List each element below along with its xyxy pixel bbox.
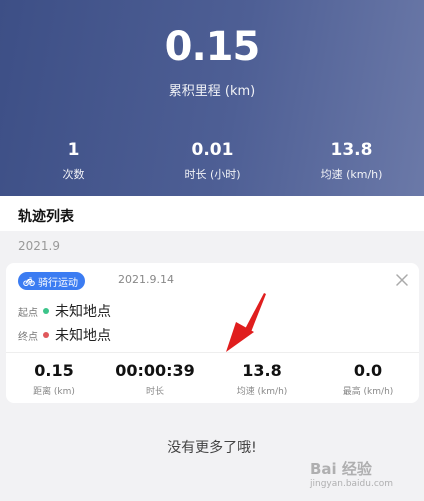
start-point-place: 未知地点 [55, 304, 111, 320]
watermark-url: jingyan.baidu.com [310, 479, 394, 489]
track-list-title: 轨迹列表 [18, 209, 74, 225]
record-stat-duration: 00:00:39 时长 [105, 361, 205, 397]
duration-value: 0.01 [191, 140, 234, 160]
close-icon [396, 274, 408, 286]
count-label: 次数 [62, 168, 85, 181]
end-point-row: 终点 未知地点 [18, 325, 111, 345]
start-point-row: 起点 未知地点 [18, 301, 111, 321]
record-date: 2021.9.14 [118, 273, 174, 286]
delete-record-button[interactable] [393, 271, 411, 289]
record-max-speed-value: 0.0 [353, 361, 383, 380]
activity-type-label: 骑行运动 [38, 277, 78, 289]
hero-stat-count: 1 次数 [3, 140, 144, 182]
track-list-header: 轨迹列表 [0, 196, 424, 231]
record-distance-label: 距离 (km) [33, 387, 75, 397]
month-group-label: 2021.9 [18, 239, 60, 253]
avg-speed-value: 13.8 [330, 140, 373, 160]
track-record-card[interactable]: 骑行运动 2021.9.14 起点 未知地点 终点 未知地点 0.15 距离 (… [6, 263, 419, 403]
bicycle-icon [23, 277, 35, 287]
count-value: 1 [67, 140, 80, 160]
summary-header: 0.15 累积里程 (km) 1 次数 0.01 时长 (小时) 13.8 均速… [0, 0, 424, 196]
record-duration-label: 时长 [145, 387, 164, 397]
card-divider [6, 352, 419, 353]
record-avg-speed-label: 均速 (km/h) [236, 387, 288, 397]
duration-label: 时长 (小时) [184, 168, 241, 181]
watermark-text: Bai 经验 [310, 460, 372, 478]
record-stat-avg-speed: 13.8 均速 (km/h) [212, 361, 312, 397]
end-point-label: 终点 [18, 331, 38, 343]
record-distance-value: 0.15 [34, 361, 74, 380]
total-distance-label: 累积里程 (km) [168, 84, 256, 99]
hero-stat-avg-speed: 13.8 均速 (km/h) [281, 140, 422, 182]
total-distance-value: 0.15 [164, 24, 261, 70]
watermark: Bai 经验 jingyan.baidu.com [302, 452, 422, 496]
start-dot-icon [43, 308, 49, 314]
record-duration-value: 00:00:39 [115, 361, 195, 380]
record-stat-distance: 0.15 距离 (km) [4, 361, 104, 397]
end-point-place: 未知地点 [55, 328, 111, 344]
hero-stat-duration: 0.01 时长 (小时) [142, 140, 283, 182]
record-stat-max-speed: 0.0 最高 (km/h) [318, 361, 418, 397]
activity-type-tag: 骑行运动 [18, 272, 85, 290]
record-max-speed-label: 最高 (km/h) [342, 387, 394, 397]
avg-speed-label: 均速 (km/h) [320, 168, 383, 181]
start-point-label: 起点 [18, 307, 38, 319]
record-avg-speed-value: 13.8 [242, 361, 282, 380]
end-dot-icon [43, 332, 49, 338]
